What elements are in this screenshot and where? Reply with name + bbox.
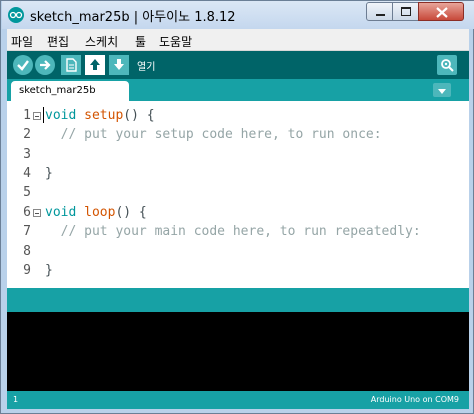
- status-line-number: 1: [13, 395, 19, 404]
- new-icon: [66, 58, 77, 72]
- menu-sketch[interactable]: 스케치: [85, 33, 118, 50]
- code-text: () {: [123, 108, 155, 123]
- verify-icon: [17, 60, 29, 71]
- status-board: Arduino Uno on COM9: [370, 395, 459, 404]
- status-bar: 1 Arduino Uno on COM9: [7, 391, 469, 409]
- verify-button[interactable]: [13, 55, 33, 75]
- console-output[interactable]: [7, 312, 469, 391]
- minimize-icon: [376, 14, 385, 16]
- line-number: 6: [23, 205, 31, 220]
- minimize-button[interactable]: [366, 2, 393, 21]
- code-line: }: [45, 263, 53, 278]
- window-title: sketch_mar25b | 아두이노 1.8.12: [30, 10, 236, 25]
- code-line: void loop() {: [45, 205, 147, 220]
- upload-icon: [40, 60, 51, 70]
- tab-menu-icon: [438, 89, 446, 94]
- tab-menu-button[interactable]: [433, 83, 451, 97]
- maximize-button[interactable]: [392, 2, 419, 21]
- upload-button[interactable]: [35, 55, 55, 75]
- serial-monitor-button[interactable]: [437, 55, 457, 75]
- function-name: setup: [84, 108, 124, 123]
- text-caret: [43, 107, 44, 123]
- fold-icon[interactable]: [33, 209, 41, 217]
- toolbar-hover-label: 열기: [137, 62, 156, 73]
- menu-bar: 파일 편집 스케치 툴 도움말: [7, 29, 469, 51]
- menu-edit[interactable]: 편집: [47, 33, 69, 50]
- tab-label: sketch_mar25b: [19, 85, 96, 96]
- save-icon: [114, 59, 124, 70]
- line-number: 8: [23, 244, 31, 259]
- line-number: 1: [23, 108, 31, 123]
- app-window: sketch_mar25b | 아두이노 1.8.12 파일 편집 스케치 툴 …: [0, 0, 474, 414]
- close-button[interactable]: [418, 2, 464, 21]
- keyword: void: [45, 108, 77, 123]
- tab-bar: sketch_mar25b: [7, 79, 469, 101]
- line-number: 3: [23, 147, 31, 162]
- toolbar: 열기: [7, 51, 469, 79]
- menu-file[interactable]: 파일: [11, 33, 33, 50]
- title-bar[interactable]: sketch_mar25b | 아두이노 1.8.12: [2, 1, 474, 29]
- code-line: void setup() {: [45, 108, 155, 123]
- code-comment: // put your setup code here, to run once…: [45, 127, 382, 142]
- fold-icon[interactable]: [33, 112, 41, 120]
- line-number: 5: [23, 185, 31, 200]
- code-editor[interactable]: 1 void setup() { 2 // put your setup cod…: [7, 101, 469, 288]
- line-number: 7: [23, 224, 31, 239]
- editor-scrollbar[interactable]: [464, 101, 469, 288]
- tab-sketch[interactable]: sketch_mar25b: [11, 81, 129, 101]
- maximize-icon: [401, 7, 411, 16]
- code-comment: // put your main code here, to run repea…: [45, 224, 421, 239]
- menu-tools[interactable]: 툴: [135, 33, 146, 50]
- new-button[interactable]: [61, 55, 81, 75]
- save-button[interactable]: [109, 55, 129, 75]
- open-icon: [90, 59, 100, 70]
- line-number: 2: [23, 127, 31, 142]
- close-icon: [436, 7, 448, 18]
- menu-help[interactable]: 도움말: [159, 33, 192, 50]
- code-line: }: [45, 166, 53, 181]
- serial-monitor-icon: [441, 59, 454, 72]
- message-bar: [7, 288, 469, 312]
- line-number: 9: [23, 263, 31, 278]
- line-number: 4: [23, 166, 31, 181]
- function-name: loop: [84, 205, 116, 220]
- keyword: void: [45, 205, 77, 220]
- arduino-logo-icon: [8, 7, 24, 23]
- open-button[interactable]: [85, 55, 105, 75]
- code-text: () {: [115, 205, 147, 220]
